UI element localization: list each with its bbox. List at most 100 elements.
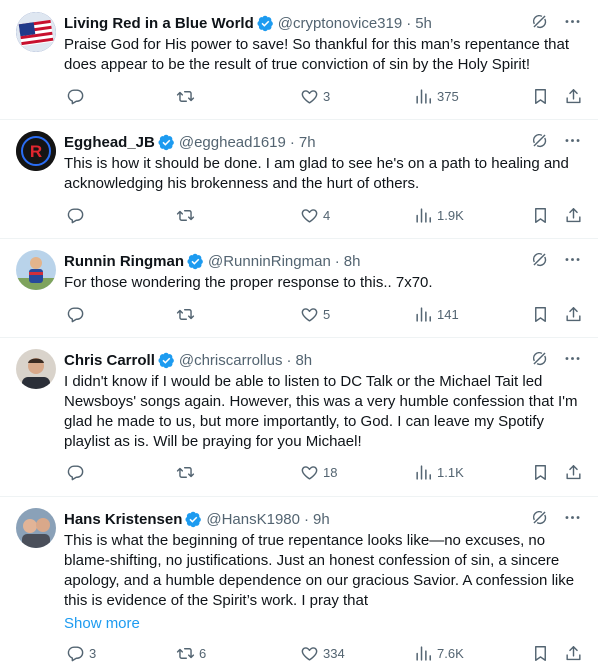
display-name[interactable]: Chris Carroll bbox=[64, 352, 155, 369]
views-icon bbox=[414, 463, 433, 482]
view-count: 375 bbox=[437, 88, 459, 104]
share-button[interactable] bbox=[564, 644, 583, 663]
timestamp[interactable]: 8h bbox=[295, 352, 312, 369]
share-button[interactable] bbox=[564, 87, 583, 106]
reply-button[interactable] bbox=[66, 463, 89, 482]
repost-button[interactable] bbox=[176, 305, 199, 324]
tweet-2[interactable]: R Egghead_JB @egghead1619 · 7h This is h… bbox=[0, 120, 598, 239]
grok-icon[interactable] bbox=[530, 12, 549, 31]
repost-icon bbox=[176, 644, 195, 663]
display-name[interactable]: Egghead_JB bbox=[64, 134, 155, 151]
reply-icon bbox=[66, 305, 85, 324]
bookmark-button[interactable] bbox=[531, 305, 550, 324]
more-icon[interactable] bbox=[563, 508, 582, 527]
bookmark-button[interactable] bbox=[531, 87, 550, 106]
display-name[interactable]: Hans Kristensen bbox=[64, 511, 182, 528]
tweet-3[interactable]: Runnin Ringman @RunninRingman · 8h For t… bbox=[0, 239, 598, 338]
like-icon bbox=[300, 87, 319, 106]
avatar[interactable] bbox=[16, 349, 56, 389]
view-count: 1.1K bbox=[437, 464, 464, 480]
bookmark-button[interactable] bbox=[531, 463, 550, 482]
timestamp[interactable]: 5h bbox=[415, 15, 432, 32]
more-icon[interactable] bbox=[563, 12, 582, 31]
share-icon bbox=[564, 206, 583, 225]
like-button[interactable]: 5 bbox=[300, 305, 330, 324]
reply-icon bbox=[66, 463, 85, 482]
show-more-link[interactable]: Show more bbox=[64, 615, 582, 632]
like-icon bbox=[300, 463, 319, 482]
views-icon bbox=[414, 87, 433, 106]
user-handle[interactable]: @cryptonovice319 bbox=[278, 15, 402, 32]
like-button[interactable]: 18 bbox=[300, 463, 337, 482]
share-button[interactable] bbox=[564, 305, 583, 324]
share-button[interactable] bbox=[564, 463, 583, 482]
reply-icon bbox=[66, 644, 85, 663]
reply-button[interactable] bbox=[66, 206, 89, 225]
avatar[interactable] bbox=[16, 12, 56, 52]
tweet-5[interactable]: Hans Kristensen @HansK1980 · 9h This is … bbox=[0, 497, 598, 669]
more-icon[interactable] bbox=[563, 349, 582, 368]
verified-badge-icon bbox=[185, 511, 202, 528]
reply-button[interactable]: 3 bbox=[66, 644, 96, 663]
bookmark-icon bbox=[531, 463, 550, 482]
tweet-4[interactable]: Chris Carroll @chriscarrollus · 8h I did… bbox=[0, 338, 598, 497]
reply-button[interactable] bbox=[66, 87, 89, 106]
timestamp[interactable]: 8h bbox=[344, 253, 361, 270]
user-handle[interactable]: @HansK1980 bbox=[206, 511, 300, 528]
like-button[interactable]: 3 bbox=[300, 87, 330, 106]
share-button[interactable] bbox=[564, 206, 583, 225]
user-handle[interactable]: @RunninRingman bbox=[208, 253, 331, 270]
repost-count: 6 bbox=[199, 645, 207, 661]
more-icon[interactable] bbox=[563, 250, 582, 269]
grok-icon[interactable] bbox=[530, 250, 549, 269]
grok-icon[interactable] bbox=[530, 131, 549, 150]
view-count: 141 bbox=[437, 306, 459, 322]
user-handle[interactable]: @egghead1619 bbox=[179, 134, 286, 151]
bookmark-button[interactable] bbox=[531, 206, 550, 225]
separator-dot: · bbox=[406, 14, 412, 32]
views-button[interactable]: 375 bbox=[414, 87, 459, 106]
grok-icon[interactable] bbox=[530, 349, 549, 368]
svg-text:R: R bbox=[30, 142, 42, 161]
bookmark-icon bbox=[531, 305, 550, 324]
timestamp[interactable]: 7h bbox=[299, 134, 316, 151]
repost-button[interactable]: 6 bbox=[176, 644, 206, 663]
share-icon bbox=[564, 644, 583, 663]
tweet-text: For those wondering the proper response … bbox=[64, 274, 433, 291]
more-icon[interactable] bbox=[563, 131, 582, 150]
like-count: 3 bbox=[323, 88, 331, 104]
views-button[interactable]: 1.1K bbox=[414, 463, 464, 482]
reply-button[interactable] bbox=[66, 305, 89, 324]
views-button[interactable]: 7.6K bbox=[414, 644, 464, 663]
share-icon bbox=[564, 87, 583, 106]
reply-icon bbox=[66, 206, 85, 225]
tweet-text: This is how it should be done. I am glad… bbox=[64, 155, 569, 192]
views-button[interactable]: 1.9K bbox=[414, 206, 464, 225]
bookmark-button[interactable] bbox=[531, 644, 550, 663]
avatar[interactable] bbox=[16, 250, 56, 290]
repost-icon bbox=[176, 206, 195, 225]
bookmark-icon bbox=[531, 644, 550, 663]
bookmark-icon bbox=[531, 87, 550, 106]
user-handle[interactable]: @chriscarrollus bbox=[179, 352, 283, 369]
like-icon bbox=[300, 644, 319, 663]
repost-button[interactable] bbox=[176, 206, 199, 225]
like-button[interactable]: 334 bbox=[300, 644, 345, 663]
views-button[interactable]: 141 bbox=[414, 305, 459, 324]
repost-button[interactable] bbox=[176, 463, 199, 482]
repost-icon bbox=[176, 463, 195, 482]
timestamp[interactable]: 9h bbox=[313, 511, 330, 528]
verified-badge-icon bbox=[158, 134, 175, 151]
tweet-1[interactable]: Living Red in a Blue World @cryptonovice… bbox=[0, 0, 598, 120]
repost-button[interactable] bbox=[176, 87, 199, 106]
grok-icon[interactable] bbox=[530, 508, 549, 527]
avatar[interactable] bbox=[16, 508, 56, 548]
verified-badge-icon bbox=[158, 352, 175, 369]
like-button[interactable]: 4 bbox=[300, 206, 330, 225]
display-name[interactable]: Runnin Ringman bbox=[64, 253, 184, 270]
avatar[interactable]: R bbox=[16, 131, 56, 171]
display-name[interactable]: Living Red in a Blue World bbox=[64, 15, 254, 32]
verified-badge-icon bbox=[187, 253, 204, 270]
separator-dot: · bbox=[334, 252, 340, 270]
views-icon bbox=[414, 644, 433, 663]
